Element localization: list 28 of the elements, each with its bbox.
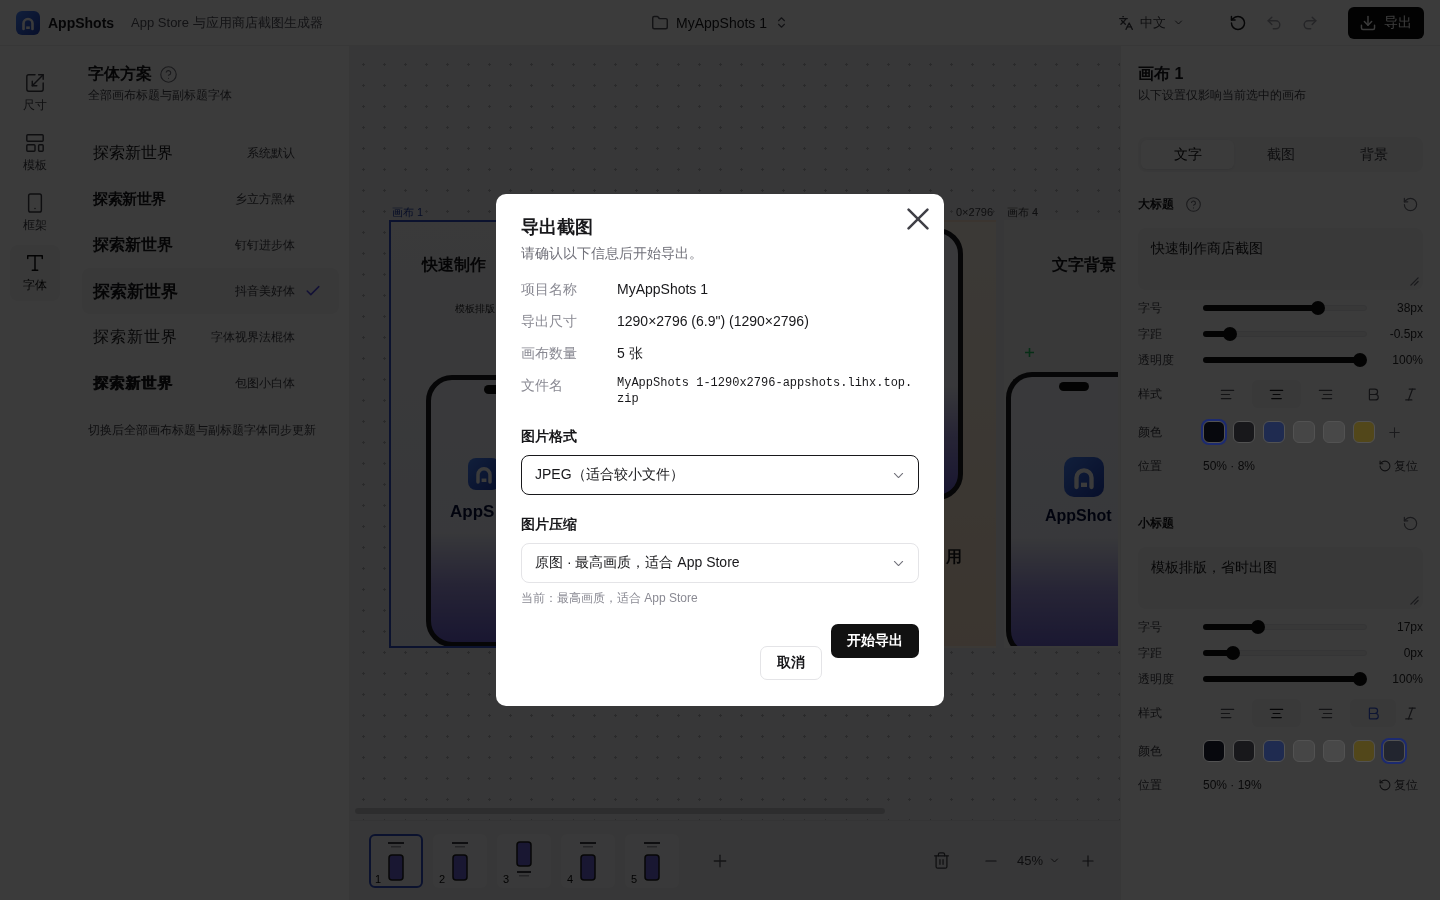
close-icon (907, 208, 929, 230)
color-swatch[interactable] (1233, 421, 1255, 443)
color-swatch[interactable] (1233, 740, 1255, 762)
info-label: 画布数量 (521, 344, 578, 363)
color-swatch[interactable] (1203, 421, 1225, 443)
dialog-subtitle: 请确认以下信息后开始导出。 (521, 244, 704, 263)
info-label: 导出尺寸 (521, 312, 578, 331)
color-swatch[interactable] (1263, 421, 1285, 443)
info-label: 文件名 (521, 376, 564, 395)
start-export-button[interactable]: 开始导出 (831, 624, 919, 658)
color-swatch[interactable] (1353, 740, 1375, 762)
color-swatch[interactable] (1383, 740, 1405, 762)
format-select[interactable]: JPEG（适合较小文件） (521, 455, 919, 495)
color-swatch[interactable] (1353, 421, 1375, 443)
hint-text: 当前：最高画质，适合 App Store (521, 590, 699, 606)
cancel-button[interactable]: 取消 (760, 646, 822, 680)
info-label: 项目名称 (521, 280, 578, 299)
close-button[interactable] (907, 208, 929, 230)
dialog-title: 导出截图 (521, 216, 594, 239)
field-label: 图片格式 (521, 427, 578, 446)
color-swatch[interactable] (1203, 740, 1225, 762)
info-value: 1290×2796 (6.9") (1290×2796) (617, 312, 810, 331)
info-value: 5 张 (617, 344, 644, 363)
info-value: MyAppShots 1 (617, 280, 710, 299)
field-label: 图片压缩 (521, 515, 578, 534)
compression-select[interactable]: 原图 · 最高画质，适合 App Store (521, 543, 919, 583)
info-value: MyAppShots 1-1290x2796-appshots.lihx.top.zip (617, 375, 914, 407)
color-swatch[interactable] (1263, 740, 1285, 762)
